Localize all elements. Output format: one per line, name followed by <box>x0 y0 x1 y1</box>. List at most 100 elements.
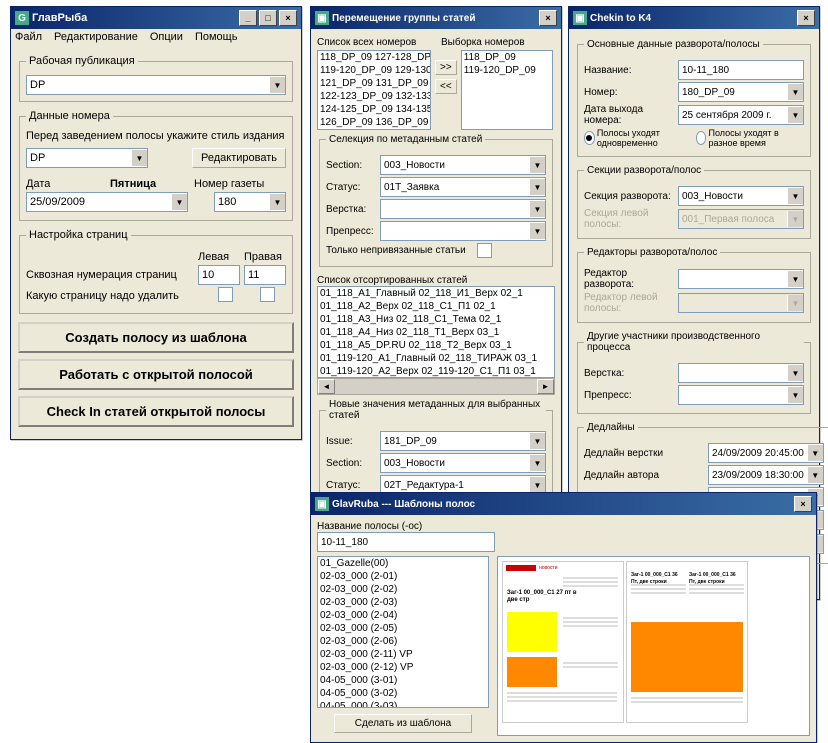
chevron-down-icon: ▼ <box>787 295 803 311</box>
chevron-down-icon: ▼ <box>529 179 545 195</box>
chevron-down-icon: ▼ <box>787 365 803 381</box>
name-input[interactable]: 10-11_180 <box>678 60 804 80</box>
new-issue-dropdown[interactable]: 181_DP_09▼ <box>380 431 546 451</box>
list-item[interactable]: 02-03_000 (2-01) <box>318 570 488 583</box>
menu-help[interactable]: Помощь <box>195 31 238 43</box>
fieldset-page-settings: Настройка страниц ЛеваяПравая Сквозная н… <box>19 229 293 314</box>
horizontal-scrollbar[interactable]: ◄► <box>317 378 555 395</box>
window-title: GlavRuba --- Шаблоны полос <box>332 499 475 510</box>
layout-dropdown[interactable]: ▼ <box>380 199 546 219</box>
create-page-button[interactable]: Создать полосу из шаблона <box>18 322 294 353</box>
fieldset-participants: Другие участники производственного проце… <box>577 331 811 414</box>
preview-page-left: новости Заг-1 00_000_С1 27 пт в две стр <box>502 561 624 723</box>
section-left-dropdown: 001_Первая полоса▼ <box>678 209 804 229</box>
app-icon: ▣ <box>315 497 329 511</box>
prepress-dropdown[interactable]: ▼ <box>678 385 804 405</box>
close-button[interactable]: × <box>279 10 297 26</box>
close-button[interactable]: × <box>539 10 557 26</box>
list-item[interactable]: 04-05_000 (3-01) <box>318 674 488 687</box>
menu-edit[interactable]: Редактирование <box>54 31 138 43</box>
right-page-input[interactable]: 11 <box>244 265 286 285</box>
window-title: Chekin to K4 <box>590 13 651 24</box>
window-title: Перемещение группы статей <box>332 13 476 24</box>
chevron-down-icon: ▼ <box>529 433 545 449</box>
scroll-right-icon[interactable]: ► <box>537 379 554 394</box>
fieldset-meta-filter: Селекция по метаданным статей Section:00… <box>319 134 553 267</box>
templates-list[interactable]: 01_Gazelle(00)02-03_000 (2-01)02-03_000 … <box>317 556 489 708</box>
chevron-down-icon: ▼ <box>171 194 187 210</box>
work-open-page-button[interactable]: Работать с открытой полосой <box>18 359 294 390</box>
left-page-input[interactable]: 10 <box>198 265 240 285</box>
maximize-button[interactable]: □ <box>259 10 277 26</box>
close-button[interactable]: × <box>797 10 815 26</box>
list-item[interactable]: 02-03_000 (2-11) VP <box>318 648 488 661</box>
issue-label: Номер газеты <box>194 178 264 190</box>
list-item[interactable]: 04-05_000 (3-02) <box>318 687 488 700</box>
move-left-button[interactable]: << <box>435 79 457 94</box>
editor-left-dropdown: ▼ <box>678 293 804 313</box>
menu-options[interactable]: Опции <box>150 31 183 43</box>
list-item[interactable]: 02-03_000 (2-02) <box>318 583 488 596</box>
name-label: Название полосы (-ос) <box>317 521 810 532</box>
chevron-down-icon: ▼ <box>529 455 545 471</box>
new-section-dropdown[interactable]: 003_Новости▼ <box>380 453 546 473</box>
layout-dropdown[interactable]: ▼ <box>678 363 804 383</box>
checkin-button[interactable]: Check In статей открытой полосы <box>18 396 294 427</box>
chevron-down-icon: ▼ <box>787 84 803 100</box>
chevron-down-icon: ▼ <box>529 223 545 239</box>
num-dropdown[interactable]: 180_DP_09▼ <box>678 82 804 102</box>
sorted-articles-list[interactable]: 01_118_А1_Главный 02_118_И1_Верх 02_101_… <box>317 286 555 378</box>
close-button[interactable]: × <box>794 496 812 512</box>
chevron-down-icon: ▼ <box>787 211 803 227</box>
list-item[interactable]: 02-03_000 (2-05) <box>318 622 488 635</box>
date-dropdown[interactable]: 25 сентября 2009 г.▼ <box>678 105 804 125</box>
make-from-template-button[interactable]: Сделать из шаблона <box>334 714 472 733</box>
date-dropdown[interactable]: 25/09/2009▼ <box>26 192 188 212</box>
radio-diff-time[interactable] <box>696 131 707 145</box>
publication-dropdown[interactable]: DP▼ <box>26 75 286 95</box>
prepress-dropdown[interactable]: ▼ <box>380 221 546 241</box>
unbound-only-check[interactable] <box>477 243 492 258</box>
titlebar[interactable]: ▣ GlavRuba --- Шаблоны полос × <box>311 493 816 515</box>
list-item[interactable]: 01_Gazelle(00) <box>318 557 488 570</box>
titlebar[interactable]: ▣ Chekin to K4 × <box>569 7 819 29</box>
list-item[interactable]: 02-03_000 (2-03) <box>318 596 488 609</box>
move-right-button[interactable]: >> <box>435 60 457 75</box>
dl-author-dropdown[interactable]: 23/09/2009 18:30:00▼ <box>708 465 824 485</box>
menu-file[interactable]: Файл <box>15 31 42 43</box>
page-name-input[interactable]: 10-11_180 <box>317 532 495 552</box>
section-dropdown[interactable]: 003_Новости▼ <box>678 186 804 206</box>
chevron-down-icon: ▼ <box>787 271 803 287</box>
fieldset-editors: Редакторы разворота/полос Редактор разво… <box>577 247 811 323</box>
fieldset-main-data: Основные данные разворота/полосы Названи… <box>577 39 811 157</box>
delete-right-check[interactable] <box>260 287 275 302</box>
dl-layout-dropdown[interactable]: 24/09/2009 20:45:00▼ <box>708 443 824 463</box>
editor-dropdown[interactable]: ▼ <box>678 269 804 289</box>
app-icon: G <box>15 11 29 25</box>
minimize-button[interactable]: _ <box>239 10 257 26</box>
window-glavryba: G ГлавРыба _ □ × Файл Редактирование Опц… <box>10 6 302 440</box>
list-item[interactable]: 02-03_000 (2-12) VP <box>318 661 488 674</box>
style-dropdown[interactable]: DP▼ <box>26 148 148 168</box>
chevron-down-icon: ▼ <box>787 107 803 123</box>
status-dropdown[interactable]: 01T_Заявка▼ <box>380 177 546 197</box>
issue-dropdown[interactable]: 180▼ <box>214 192 286 212</box>
radio-same-time[interactable] <box>584 131 595 145</box>
titlebar[interactable]: ▣ Перемещение группы статей × <box>311 7 561 29</box>
list-item[interactable]: 02-03_000 (2-04) <box>318 609 488 622</box>
fieldset-issue-data: Данные номера Перед заведением полосы ук… <box>19 110 293 221</box>
list-item[interactable]: 04-05_000 (3-03) <box>318 700 488 708</box>
selected-issues-list[interactable]: 118_DP_09119-120_DP_09 <box>461 50 553 130</box>
all-issues-list[interactable]: 118_DP_09 127-128_DP_09119-120_DP_09 129… <box>317 50 431 130</box>
fieldset-sections: Секции разворота/полос Секция разворота:… <box>577 165 811 239</box>
edit-button[interactable]: Редактировать <box>192 148 286 168</box>
preview-page-right: Заг-1 00_000_С1 36 Пт, две строки Заг-1 … <box>626 561 748 723</box>
scroll-left-icon[interactable]: ◄ <box>318 379 335 394</box>
titlebar[interactable]: G ГлавРыба _ □ × <box>11 7 301 29</box>
list-item[interactable]: 02-03_000 (2-06) <box>318 635 488 648</box>
chevron-down-icon: ▼ <box>131 150 147 166</box>
chevron-down-icon: ▼ <box>529 201 545 217</box>
section-dropdown[interactable]: 003_Новости▼ <box>380 155 546 175</box>
delete-left-check[interactable] <box>218 287 233 302</box>
date-label: Дата <box>26 178 106 190</box>
